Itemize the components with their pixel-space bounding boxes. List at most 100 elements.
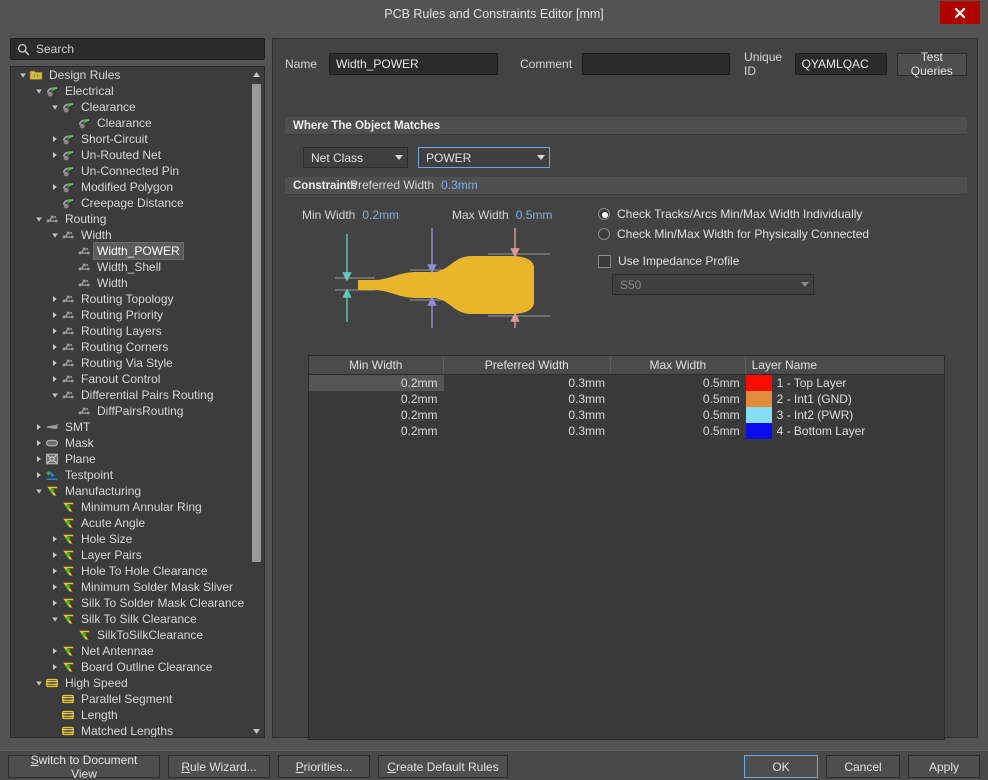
- tree-scrollbar-thumb[interactable]: [252, 84, 261, 562]
- name-field[interactable]: [329, 53, 498, 75]
- table-cell-max[interactable]: 0.5mm: [611, 407, 746, 423]
- tree-item-routing-topology[interactable]: Routing Topology: [11, 291, 251, 307]
- tree-item-width[interactable]: Width: [11, 227, 251, 243]
- chevron-right-icon[interactable]: [33, 435, 44, 451]
- tree-item-fanout-control[interactable]: Fanout Control: [11, 371, 251, 387]
- chevron-right-icon[interactable]: [49, 531, 60, 547]
- table-cell-layer-name[interactable]: 4 - Bottom Layer: [772, 423, 944, 439]
- chevron-down-icon[interactable]: [49, 227, 60, 243]
- tree-item-length[interactable]: Length: [11, 707, 251, 723]
- use-impedance-profile-checkbox[interactable]: Use Impedance Profile: [598, 254, 739, 268]
- impedance-profile-dropdown[interactable]: S50: [612, 274, 814, 295]
- tree-item-silktosilkclearance[interactable]: SilkToSilkClearance: [11, 627, 251, 643]
- tree-item-board-outline-clearance[interactable]: Board Outline Clearance: [11, 659, 251, 675]
- chevron-down-icon[interactable]: [49, 99, 60, 115]
- table-column-header[interactable]: Layer Name: [746, 356, 944, 374]
- tree-item-routing-corners[interactable]: Routing Corners: [11, 339, 251, 355]
- tree-item-width-power[interactable]: Width_POWER: [11, 243, 251, 259]
- chevron-down-icon[interactable]: [33, 211, 44, 227]
- chevron-down-icon[interactable]: [49, 387, 60, 403]
- create-default-rules-button[interactable]: Create Default Rules: [378, 755, 508, 778]
- table-cell-min[interactable]: 0.2mm: [309, 407, 444, 423]
- tree-item-manufacturing[interactable]: Manufacturing: [11, 483, 251, 499]
- table-column-header[interactable]: Preferred Width: [444, 356, 611, 374]
- chevron-right-icon[interactable]: [49, 179, 60, 195]
- tree-item-parallel-segment[interactable]: Parallel Segment: [11, 691, 251, 707]
- tree-item-design-rules[interactable]: Design Rules: [11, 67, 251, 83]
- chevron-right-icon[interactable]: [49, 547, 60, 563]
- tree-item-clearance[interactable]: Clearance: [11, 99, 251, 115]
- tree-item-width[interactable]: Width: [11, 275, 251, 291]
- tree-item-hole-to-hole-clearance[interactable]: Hole To Hole Clearance: [11, 563, 251, 579]
- table-column-header[interactable]: Max Width: [611, 356, 746, 374]
- tree-item-net-antennae[interactable]: Net Antennae: [11, 643, 251, 659]
- scroll-down-icon[interactable]: [250, 725, 263, 738]
- table-cell-min[interactable]: 0.2mm: [309, 375, 444, 391]
- tree-item-plane[interactable]: Plane: [11, 451, 251, 467]
- table-cell-preferred[interactable]: 0.3mm: [444, 375, 611, 391]
- close-icon[interactable]: [940, 1, 980, 24]
- table-cell-max[interactable]: 0.5mm: [611, 391, 746, 407]
- table-cell-max[interactable]: 0.5mm: [611, 423, 746, 439]
- scope-value-dropdown[interactable]: POWER: [418, 147, 550, 168]
- tree-item-differential-pairs-routing[interactable]: Differential Pairs Routing: [11, 387, 251, 403]
- tree-item-acute-angle[interactable]: Acute Angle: [11, 515, 251, 531]
- tree-item-clearance[interactable]: Clearance: [11, 115, 251, 131]
- tree-item-modified-polygon[interactable]: Modified Polygon: [11, 179, 251, 195]
- table-cell-layer-name[interactable]: 1 - Top Layer: [772, 375, 944, 391]
- chevron-right-icon[interactable]: [49, 371, 60, 387]
- chevron-right-icon[interactable]: [49, 339, 60, 355]
- tree-item-high-speed[interactable]: High Speed: [11, 675, 251, 691]
- tree-item-silk-to-solder-mask-clearance[interactable]: Silk To Solder Mask Clearance: [11, 595, 251, 611]
- tree-item-minimum-annular-ring[interactable]: Minimum Annular Ring: [11, 499, 251, 515]
- apply-button[interactable]: Apply: [908, 755, 980, 778]
- tree-item-routing-via-style[interactable]: Routing Via Style: [11, 355, 251, 371]
- tree-item-un-routed-net[interactable]: Un-Routed Net: [11, 147, 251, 163]
- comment-field[interactable]: [582, 53, 730, 75]
- cancel-button[interactable]: Cancel: [826, 755, 900, 778]
- table-cell-preferred[interactable]: 0.3mm: [444, 407, 611, 423]
- tree-item-un-connected-pin[interactable]: Un-Connected Pin: [11, 163, 251, 179]
- tree-item-routing[interactable]: Routing: [11, 211, 251, 227]
- tree-item-minimum-solder-mask-sliver[interactable]: Minimum Solder Mask Sliver: [11, 579, 251, 595]
- tree-item-silk-to-silk-clearance[interactable]: Silk To Silk Clearance: [11, 611, 251, 627]
- priorities-button[interactable]: Priorities...: [278, 755, 370, 778]
- tree-item-testpoint[interactable]: Testpoint: [11, 467, 251, 483]
- tree-item-layer-pairs[interactable]: Layer Pairs: [11, 547, 251, 563]
- table-row[interactable]: 0.2mm0.3mm0.5mm 1 - Top Layer: [309, 375, 944, 391]
- table-cell-preferred[interactable]: 0.3mm: [444, 391, 611, 407]
- tree-scrollbar[interactable]: [250, 68, 263, 738]
- chevron-right-icon[interactable]: [49, 323, 60, 339]
- scroll-up-icon[interactable]: [250, 68, 263, 81]
- chevron-right-icon[interactable]: [49, 307, 60, 323]
- rule-wizard-button[interactable]: Rule Wizard...: [168, 755, 270, 778]
- radio-check-individually[interactable]: Check Tracks/Arcs Min/Max Width Individu…: [598, 207, 862, 221]
- chevron-right-icon[interactable]: [49, 579, 60, 595]
- chevron-down-icon[interactable]: [33, 675, 44, 691]
- chevron-right-icon[interactable]: [33, 451, 44, 467]
- table-cell-layer-name[interactable]: 3 - Int2 (PWR): [772, 407, 944, 423]
- tree-item-routing-layers[interactable]: Routing Layers: [11, 323, 251, 339]
- tree-item-width-shell[interactable]: Width_Shell: [11, 259, 251, 275]
- chevron-down-icon[interactable]: [49, 611, 60, 627]
- table-cell-layer-name[interactable]: 2 - Int1 (GND): [772, 391, 944, 407]
- tree-item-electrical[interactable]: Electrical: [11, 83, 251, 99]
- tree-item-hole-size[interactable]: Hole Size: [11, 531, 251, 547]
- search-input[interactable]: Search: [10, 38, 265, 60]
- table-cell-preferred[interactable]: 0.3mm: [444, 423, 611, 439]
- table-row[interactable]: 0.2mm0.3mm0.5mm 4 - Bottom Layer: [309, 423, 944, 439]
- radio-check-physically-connected[interactable]: Check Min/Max Width for Physically Conne…: [598, 227, 869, 241]
- table-row[interactable]: 0.2mm0.3mm0.5mm 3 - Int2 (PWR): [309, 407, 944, 423]
- chevron-right-icon[interactable]: [49, 595, 60, 611]
- table-cell-max[interactable]: 0.5mm: [611, 375, 746, 391]
- switch-to-document-view-button[interactable]: Switch to Document View: [8, 755, 160, 778]
- table-row[interactable]: 0.2mm0.3mm0.5mm2 - Int1 (GND): [309, 391, 944, 407]
- chevron-right-icon[interactable]: [49, 131, 60, 147]
- test-queries-button[interactable]: Test Queries: [897, 53, 967, 76]
- chevron-right-icon[interactable]: [49, 355, 60, 371]
- chevron-right-icon[interactable]: [49, 643, 60, 659]
- design-rules-tree[interactable]: Design RulesElectricalClearanceClearance…: [10, 66, 265, 738]
- tree-item-creepage-distance[interactable]: Creepage Distance: [11, 195, 251, 211]
- table-cell-min[interactable]: 0.2mm: [309, 423, 444, 439]
- scope-kind-dropdown[interactable]: Net Class: [303, 147, 408, 168]
